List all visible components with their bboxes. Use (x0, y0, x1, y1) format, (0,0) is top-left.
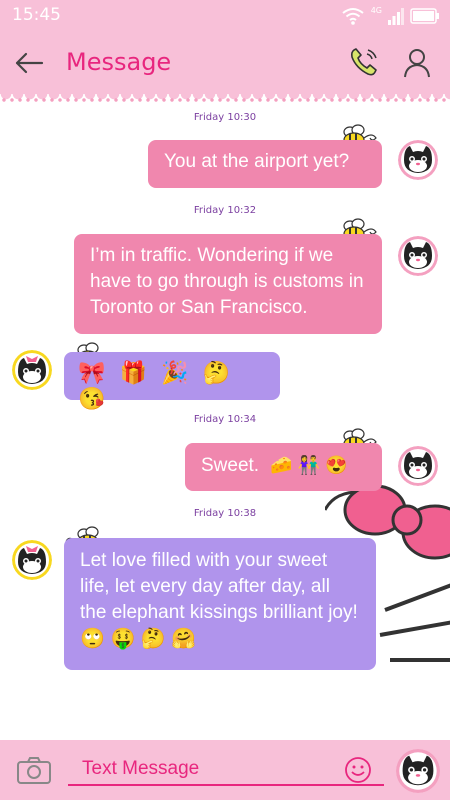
app-bar: Message (0, 32, 450, 94)
phone-call-icon[interactable] (346, 44, 382, 80)
status-icons: 4G (341, 6, 440, 26)
outgoing-message-bubble[interactable]: You at the airport yet? (148, 140, 382, 188)
camera-icon[interactable] (16, 755, 52, 785)
incoming-message-bubble[interactable]: Let love filled with your sweet life, le… (64, 538, 376, 670)
message-text: You at the airport yet? (164, 151, 350, 172)
wifi-icon (342, 8, 364, 25)
message-text: Sweet. (201, 455, 260, 476)
message-emojis: 🎀 🎁 🎉 🤔 😘 (78, 360, 234, 411)
outgoing-message-bubble[interactable]: I’m in traffic. Wondering if we have to … (74, 234, 382, 334)
network-type-label: 4G (370, 5, 382, 15)
message-text: I’m in traffic. Wondering if we have to … (90, 245, 364, 318)
back-arrow-icon[interactable] (12, 46, 46, 80)
status-time: 15:45 (12, 5, 61, 25)
message-emojis: 🙄 🤑 🤔 🤗 (80, 628, 197, 650)
message-text-input[interactable] (68, 754, 384, 786)
battery-icon (410, 8, 439, 24)
message-timestamp: Friday 10:30 (193, 112, 257, 123)
signal-icon (388, 8, 404, 25)
lace-dots-decoration (0, 97, 450, 103)
message-thread[interactable]: Friday 10:30 You at the airport yet? Fri… (0, 106, 450, 740)
avatar (398, 140, 438, 180)
incoming-message-bubble[interactable]: 🎀 🎁 🎉 🤔 😘 (64, 352, 280, 411)
send-avatar-button[interactable] (396, 749, 440, 793)
message-timestamp: Friday 10:32 (193, 205, 257, 216)
smiley-icon[interactable] (344, 756, 372, 784)
avatar (398, 236, 438, 276)
avatar (398, 446, 438, 486)
composer-bar (0, 740, 450, 800)
page-title: Message (66, 48, 172, 76)
message-text: Let love filled with your sweet life, le… (80, 550, 358, 623)
avatar (12, 540, 52, 580)
message-timestamp: Friday 10:34 (193, 414, 257, 425)
message-timestamp: Friday 10:38 (193, 508, 257, 519)
contact-person-icon[interactable] (400, 46, 434, 80)
avatar (12, 350, 52, 390)
status-bar: 15:45 4G (0, 0, 450, 32)
outgoing-message-bubble[interactable]: Sweet. 🧀 👫 😍 (185, 443, 382, 491)
message-emojis: 🧀 👫 😍 (270, 455, 348, 475)
